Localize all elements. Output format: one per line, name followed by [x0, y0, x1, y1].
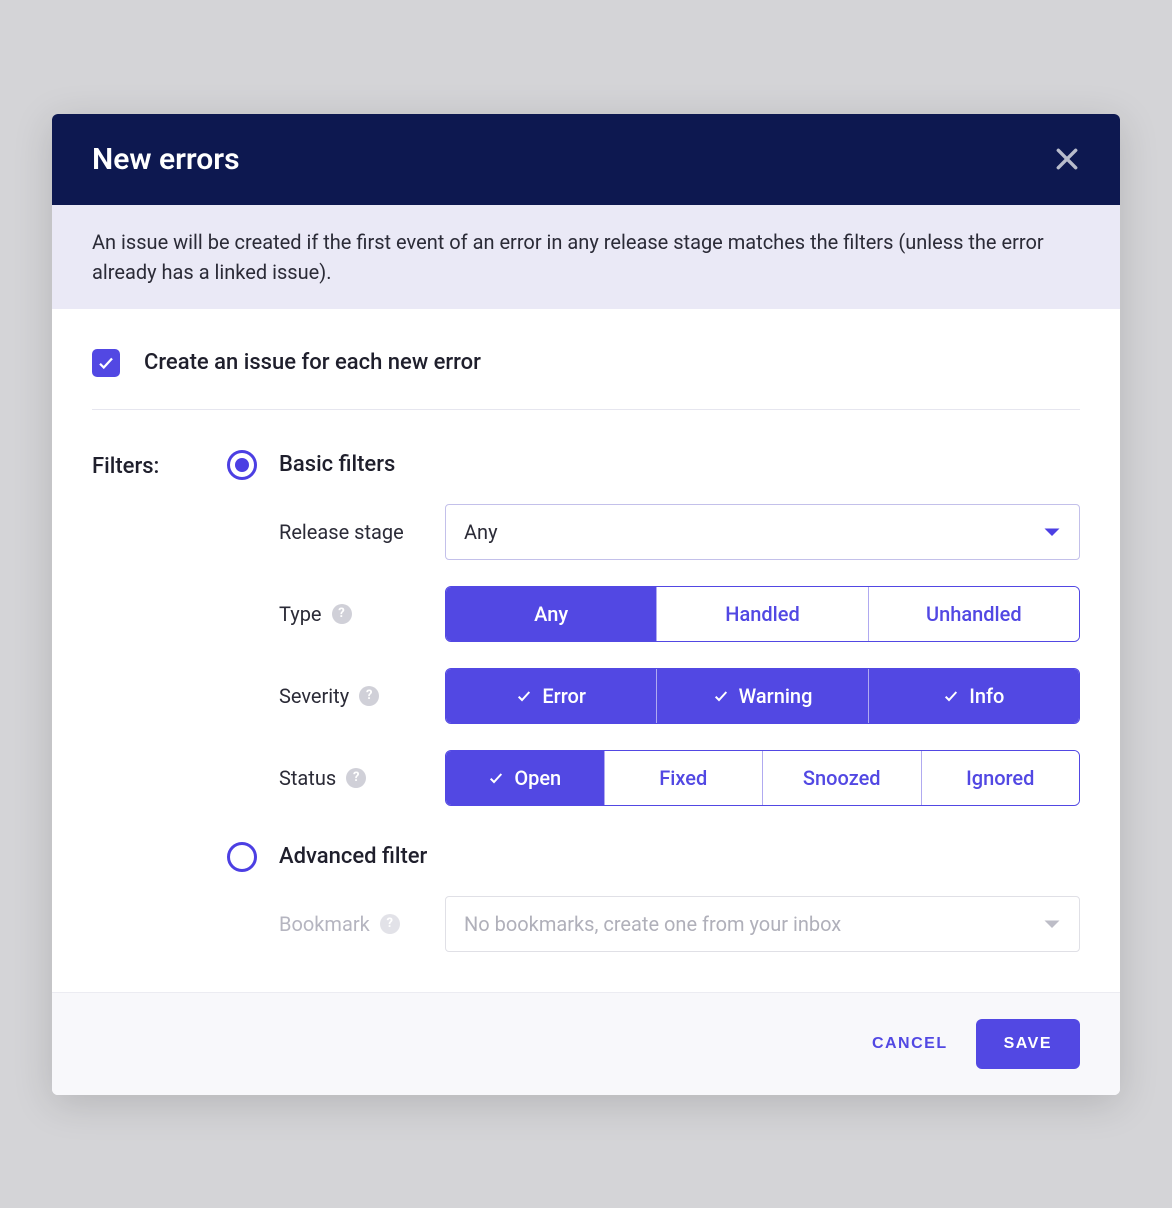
save-button[interactable]: SAVE	[976, 1019, 1080, 1069]
status-label-text: Status	[279, 766, 336, 790]
status-option-snoozed-label: Snoozed	[803, 766, 881, 790]
status-option-ignored-label: Ignored	[966, 766, 1034, 790]
check-icon	[943, 688, 959, 704]
basic-filters-radio-row: Basic filters	[227, 450, 1080, 480]
release-stage-value: Any	[464, 520, 498, 544]
chevron-down-icon	[1043, 520, 1061, 544]
check-icon	[516, 688, 532, 704]
status-option-open[interactable]: Open	[446, 751, 605, 805]
chevron-down-icon	[1043, 912, 1061, 936]
create-issue-row: Create an issue for each new error	[92, 349, 1080, 410]
filter-groups: Basic filters Release stage Any	[227, 450, 1080, 952]
bookmark-placeholder: No bookmarks, create one from your inbox	[464, 912, 841, 936]
advanced-filter-rows: Bookmark ? No bookmarks, create one from…	[227, 896, 1080, 952]
help-icon[interactable]: ?	[332, 604, 352, 624]
modal-title: New errors	[92, 142, 240, 177]
help-icon[interactable]: ?	[380, 914, 400, 934]
release-stage-label: Release stage	[279, 520, 429, 544]
status-label: Status ?	[279, 766, 429, 790]
basic-filter-group: Basic filters Release stage Any	[227, 450, 1080, 806]
status-option-open-label: Open	[514, 766, 561, 790]
basic-filters-radio[interactable]	[227, 450, 257, 480]
type-option-handled[interactable]: Handled	[657, 587, 868, 641]
filters-label: Filters:	[92, 450, 177, 952]
type-option-any-label: Any	[534, 602, 568, 626]
check-icon	[713, 688, 729, 704]
bookmark-select: No bookmarks, create one from your inbox	[445, 896, 1080, 952]
status-option-fixed-label: Fixed	[659, 766, 707, 790]
status-option-snoozed[interactable]: Snoozed	[763, 751, 922, 805]
status-segment-group: Open Fixed Snoozed Ignored	[445, 750, 1080, 806]
status-row: Status ? Open Fixed	[279, 750, 1080, 806]
release-stage-select[interactable]: Any	[445, 504, 1080, 560]
bookmark-row: Bookmark ? No bookmarks, create one from…	[279, 896, 1080, 952]
severity-option-warning-label: Warning	[739, 684, 813, 708]
modal-header: New errors	[52, 114, 1120, 205]
type-option-handled-label: Handled	[725, 602, 799, 626]
close-icon	[1054, 146, 1080, 172]
help-icon[interactable]: ?	[346, 768, 366, 788]
advanced-filter-label: Advanced filter	[279, 844, 427, 869]
type-label: Type ?	[279, 602, 429, 626]
type-row: Type ? Any Handled	[279, 586, 1080, 642]
severity-label: Severity ?	[279, 684, 429, 708]
help-icon[interactable]: ?	[359, 686, 379, 706]
release-stage-row: Release stage Any	[279, 504, 1080, 560]
advanced-filter-group: Advanced filter Bookmark ? No bookmarks,…	[227, 842, 1080, 952]
severity-option-error[interactable]: Error	[446, 669, 657, 723]
bookmark-label: Bookmark ?	[279, 912, 429, 936]
type-option-unhandled-label: Unhandled	[926, 602, 1022, 626]
check-icon	[97, 354, 115, 372]
type-segment-group: Any Handled Unhandled	[445, 586, 1080, 642]
modal-description: An issue will be created if the first ev…	[52, 205, 1120, 309]
new-errors-modal: New errors An issue will be created if t…	[52, 114, 1120, 1095]
modal-body: Create an issue for each new error Filte…	[52, 309, 1120, 992]
filters-section: Filters: Basic filters Release stage	[92, 410, 1080, 952]
bookmark-label-text: Bookmark	[279, 912, 370, 936]
severity-label-text: Severity	[279, 684, 349, 708]
severity-segment-group: Error Warning Info	[445, 668, 1080, 724]
severity-option-warning[interactable]: Warning	[657, 669, 868, 723]
status-option-fixed[interactable]: Fixed	[605, 751, 764, 805]
create-issue-label: Create an issue for each new error	[144, 350, 481, 375]
advanced-filter-radio[interactable]	[227, 842, 257, 872]
check-icon	[488, 770, 504, 786]
status-option-ignored[interactable]: Ignored	[922, 751, 1080, 805]
type-label-text: Type	[279, 602, 322, 626]
radio-dot-icon	[235, 458, 249, 472]
basic-filter-rows: Release stage Any Type ?	[227, 504, 1080, 806]
cancel-button[interactable]: CANCEL	[872, 1035, 948, 1053]
advanced-filter-radio-row: Advanced filter	[227, 842, 1080, 872]
basic-filters-label: Basic filters	[279, 452, 395, 477]
type-option-unhandled[interactable]: Unhandled	[869, 587, 1079, 641]
type-option-any[interactable]: Any	[446, 587, 657, 641]
modal-footer: CANCEL SAVE	[52, 992, 1120, 1095]
severity-row: Severity ? Error Warning	[279, 668, 1080, 724]
create-issue-checkbox[interactable]	[92, 349, 120, 377]
close-button[interactable]	[1054, 146, 1080, 172]
severity-option-error-label: Error	[542, 684, 586, 708]
severity-option-info-label: Info	[969, 684, 1004, 708]
severity-option-info[interactable]: Info	[869, 669, 1079, 723]
